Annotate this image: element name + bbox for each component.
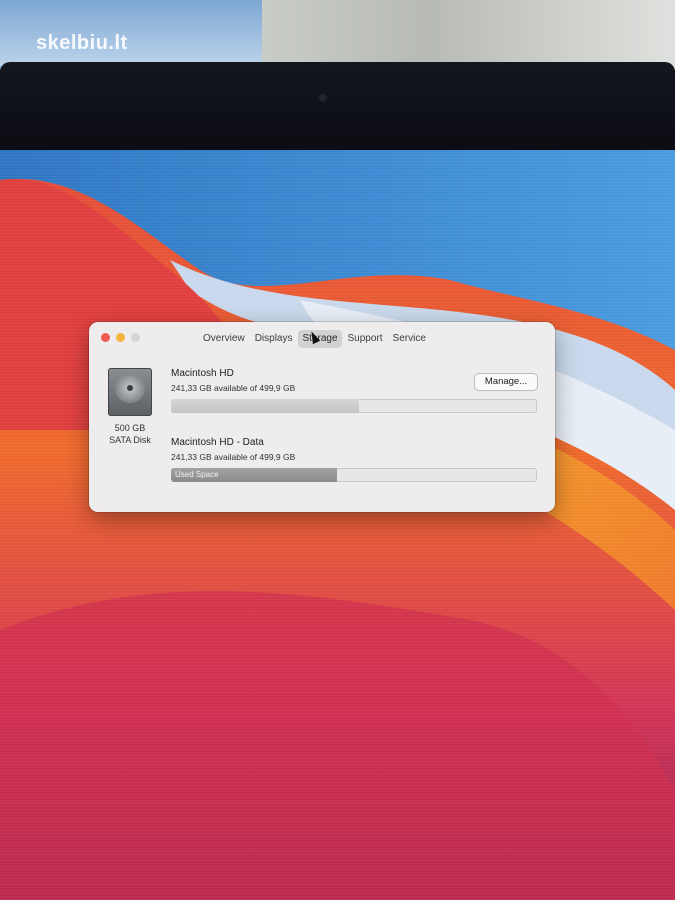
- disk-type-label: SATA Disk: [109, 435, 151, 445]
- tab-service[interactable]: Service: [389, 330, 430, 348]
- watermark-text: skelbiu.lt: [36, 32, 128, 54]
- storage-bar-fill: [171, 399, 359, 413]
- volume-availability: 241,33 GB available of 499,9 GB: [171, 452, 296, 462]
- hard-disk-icon: [108, 368, 152, 416]
- webcam: [318, 93, 328, 103]
- tab-storage[interactable]: Storage: [298, 330, 342, 348]
- disk-info: 500 GB SATA Disk: [101, 422, 159, 446]
- background-photo-top: skelbiu.lt: [0, 0, 675, 70]
- about-this-mac-window: Overview Displays Storage Support Servic…: [89, 322, 555, 512]
- used-space-label: Used Space: [175, 470, 219, 479]
- minimize-button[interactable]: [116, 333, 125, 342]
- wall: [262, 0, 675, 66]
- close-button[interactable]: [101, 333, 110, 342]
- volume-availability: 241,33 GB available of 499,9 GB: [171, 383, 296, 393]
- zoom-button[interactable]: [131, 333, 140, 342]
- wallpaper-waves: [0, 150, 675, 900]
- monitor-bezel: [0, 62, 675, 158]
- tab-support[interactable]: Support: [344, 330, 387, 348]
- storage-bar-fill: Used Space: [171, 468, 337, 482]
- volume-name: Macintosh HD - Data: [171, 437, 264, 448]
- storage-bar: [171, 399, 537, 413]
- tab-overview[interactable]: Overview: [199, 330, 249, 348]
- volume-name: Macintosh HD: [171, 368, 234, 379]
- tab-displays[interactable]: Displays: [251, 330, 297, 348]
- desktop-wallpaper: [0, 150, 675, 900]
- storage-bar: Used Space: [171, 468, 537, 482]
- disk-size-label: 500 GB: [114, 423, 146, 433]
- manage-button[interactable]: Manage...: [475, 374, 537, 390]
